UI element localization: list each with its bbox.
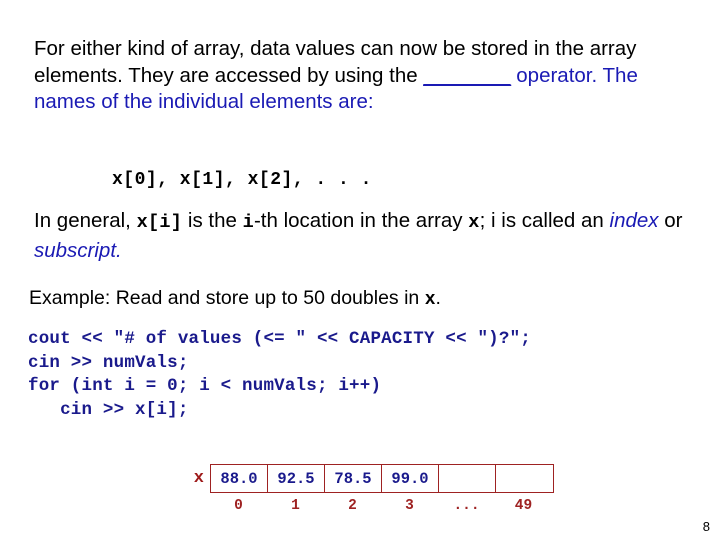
array-index: ...	[453, 498, 480, 514]
general-tail: .	[116, 239, 122, 262]
array-index: 49	[514, 498, 533, 514]
code-line: cin >> x[i];	[28, 399, 189, 420]
code-block: cout << "# of values (<= " << CAPACITY <…	[28, 328, 531, 422]
example-code-x: x	[424, 290, 436, 310]
array-cell: 78.5	[325, 465, 382, 492]
array-cells-row: x 88.0 92.5 78.5 99.0	[182, 464, 554, 493]
code-line: for (int i = 0; i < numVals; i++)	[28, 376, 382, 396]
array-name-label: x	[193, 468, 204, 488]
general-mid3: ; i is called an	[479, 209, 610, 232]
array-index: 2	[348, 498, 357, 514]
general-code-xi: x[i]	[136, 212, 183, 233]
general-mid4: or	[658, 209, 683, 232]
array-diagram: x 88.0 92.5 78.5 99.0 0 1 2 3 ... 49	[182, 464, 554, 514]
general-lead: In general,	[34, 209, 137, 232]
general-code-i: i	[242, 212, 254, 233]
general-code-x: x	[468, 212, 480, 233]
operator-keyword: operator	[516, 63, 592, 87]
array-cell	[496, 465, 553, 492]
array-index: 0	[234, 498, 243, 514]
general-explanation: In general, x[i] is the i-th location in…	[34, 207, 694, 265]
array-index: 3	[405, 498, 414, 514]
array-cell: 88.0	[211, 465, 268, 492]
code-line: cin >> numVals;	[28, 352, 189, 373]
term-index: index	[609, 209, 659, 232]
array-cell	[439, 465, 496, 492]
array-index-row: 0 1 2 3 ... 49	[210, 498, 554, 514]
example-line: Example: Read and store up to 50 doubles…	[29, 287, 441, 310]
page-number: 8	[702, 519, 710, 534]
term-subscript: subscript	[34, 239, 117, 262]
array-cell: 92.5	[268, 465, 325, 492]
example-text-1: Example: Read and store up to 50 doubles…	[29, 287, 425, 309]
array-table: 88.0 92.5 78.5 99.0	[210, 464, 554, 493]
element-names-line: x[0], x[1], x[2], . . .	[112, 170, 372, 190]
array-cell: 99.0	[382, 465, 439, 492]
general-mid2: -th location in the array	[253, 209, 469, 232]
fill-in-blank: ________	[423, 63, 511, 87]
array-index: 1	[291, 498, 300, 514]
code-line: cout << "# of values (<= " << CAPACITY <…	[28, 329, 531, 349]
intro-paragraph: For either kind of array, data values ca…	[34, 36, 694, 116]
general-mid1: is the	[182, 209, 243, 232]
example-text-2: .	[435, 287, 441, 309]
slide-canvas: For either kind of array, data values ca…	[0, 0, 720, 540]
